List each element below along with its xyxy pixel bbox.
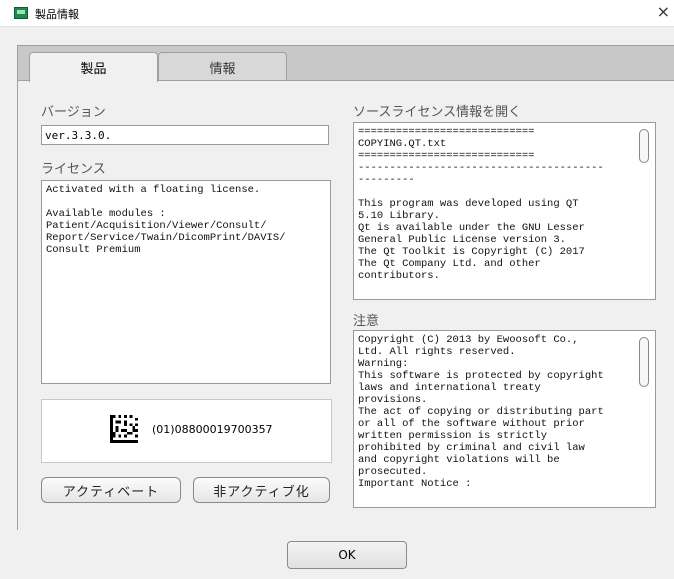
- notice-text: Copyright (C) 2013 by Ewoosoft Co., Ltd.…: [358, 334, 604, 490]
- scrollbar-thumb[interactable]: [639, 129, 649, 163]
- license-label: ライセンス: [41, 162, 106, 177]
- ok-button[interactable]: OK: [287, 541, 407, 569]
- license-text: Activated with a floating license. Avail…: [46, 184, 286, 256]
- deactivate-button[interactable]: 非アクティブ化: [193, 477, 330, 503]
- tab-info[interactable]: 情報: [158, 52, 287, 81]
- version-label: バージョン: [41, 105, 106, 120]
- app-icon: [14, 7, 28, 19]
- notice-textbox[interactable]: Copyright (C) 2013 by Ewoosoft Co., Ltd.…: [353, 330, 656, 508]
- tab-strip: 製品 情報: [18, 46, 674, 82]
- notice-label: 注意: [353, 314, 380, 329]
- open-source-license-link[interactable]: ソースライセンス情報を開く: [353, 101, 521, 120]
- title-bar: 製品情報 ×: [0, 0, 674, 27]
- license-textbox[interactable]: Activated with a floating license. Avail…: [41, 180, 331, 384]
- window-title: 製品情報: [35, 8, 79, 21]
- close-icon[interactable]: ×: [657, 2, 670, 21]
- tab-product[interactable]: 製品: [29, 52, 158, 82]
- open-source-textbox[interactable]: ============================ COPYING.QT.…: [353, 122, 656, 300]
- scrollbar-thumb[interactable]: [639, 337, 649, 387]
- barcode-panel: (01)08800019700357: [41, 399, 332, 463]
- barcode-number: (01)08800019700357: [152, 423, 273, 436]
- activate-button[interactable]: アクティベート: [41, 477, 181, 503]
- version-field[interactable]: ver.3.3.0.: [41, 125, 329, 145]
- open-source-text: ============================ COPYING.QT.…: [358, 126, 604, 282]
- datamatrix-barcode-icon: [110, 415, 138, 443]
